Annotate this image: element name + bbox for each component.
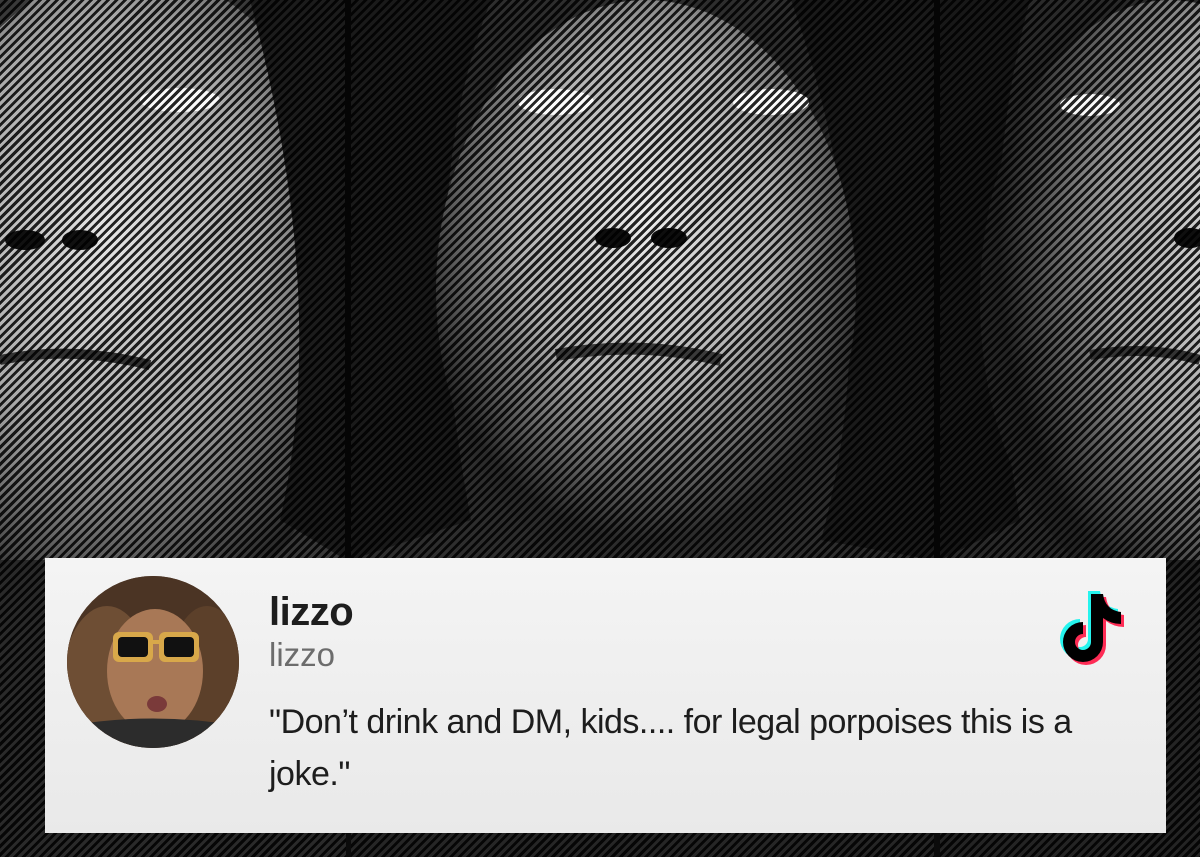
tiktok-logo-icon bbox=[1055, 582, 1135, 668]
post-text: "Don’t drink and DM, kids.... for legal … bbox=[269, 703, 1072, 793]
username-handle[interactable]: lizzo bbox=[269, 636, 335, 674]
avatar[interactable] bbox=[67, 576, 239, 748]
social-post-card: lizzo lizzo "Don’t drink and DM, kids...… bbox=[45, 558, 1166, 833]
video-frame: lizzo lizzo "Don’t drink and DM, kids...… bbox=[0, 0, 1200, 857]
profile-photo bbox=[67, 576, 239, 748]
display-name[interactable]: lizzo bbox=[269, 590, 354, 635]
